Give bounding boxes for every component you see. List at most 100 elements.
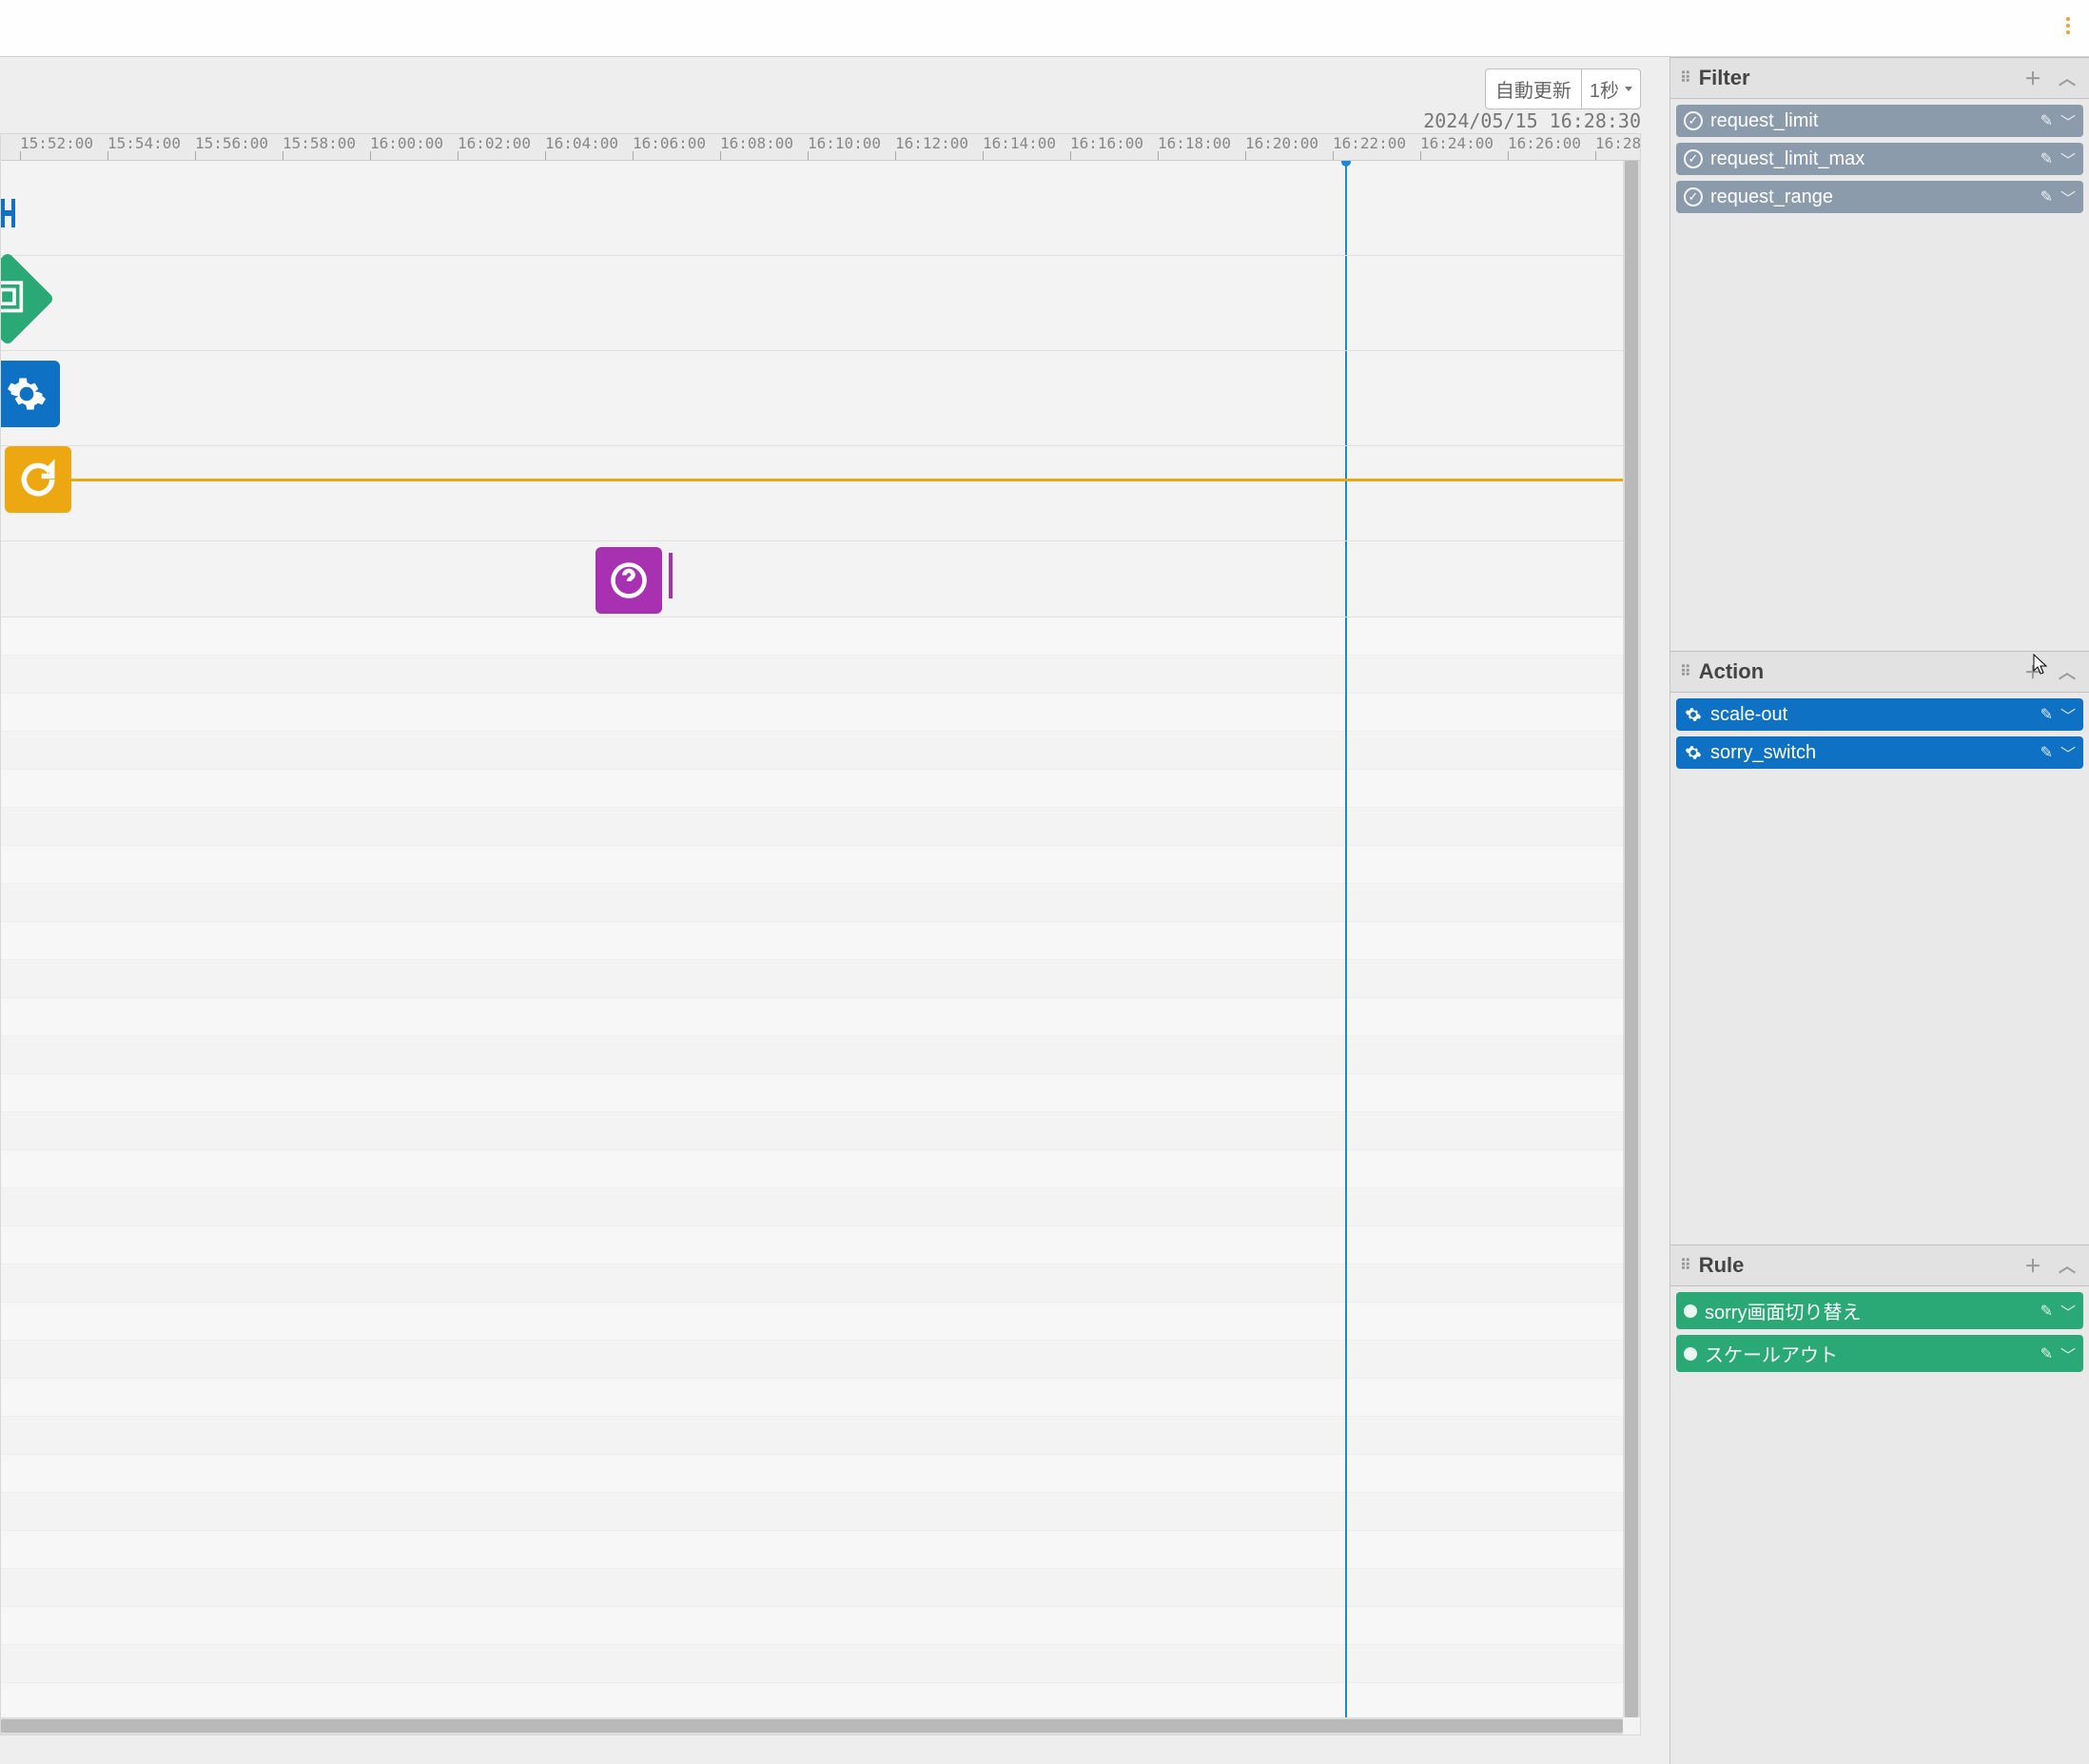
lane-row	[1, 1683, 1623, 1717]
lane-row	[1, 617, 1623, 656]
time-tick: 16:02:00	[458, 134, 531, 152]
service-node-icon[interactable]	[1, 252, 54, 346]
lane-row	[1, 1341, 1623, 1379]
expand-icon[interactable]: ﹀	[2060, 147, 2076, 170]
lane-row	[1, 732, 1623, 770]
lane-row	[1, 694, 1623, 732]
filter-item-label: request_limit	[1710, 110, 1818, 132]
lane-row	[1, 770, 1623, 808]
lane-row	[1, 1417, 1623, 1455]
filter-panel-header[interactable]: ⠿ Filter ＋ ︿	[1670, 57, 2089, 99]
timeline-canvas[interactable]: 15:52:00 15:54:00 15:56:00 15:58:00 16:0…	[0, 133, 1641, 1735]
lane-row	[1, 808, 1623, 846]
refresh-interval-select[interactable]: 1秒	[1581, 69, 1641, 109]
filter-item[interactable]: ✓ request_limit ✎ ﹀	[1676, 105, 2083, 137]
expand-icon[interactable]: ﹀	[2060, 186, 2076, 208]
time-tick: 16:20:00	[1245, 134, 1318, 152]
config-node-icon[interactable]	[1, 361, 60, 427]
horizontal-scrollbar[interactable]	[1, 1717, 1623, 1735]
action-panel-body: scale-out ✎ ﹀ sorry_switch ✎ ﹀	[1670, 693, 2089, 1245]
lane-row	[1, 1264, 1623, 1303]
rule-panel-body: sorry画面切り替え ✎ ﹀ スケールアウト ✎ ﹀	[1670, 1286, 2089, 1764]
timeline-panel: 自動更新 1秒 2024/05/15 16:28:30 15:52:00 15:…	[0, 57, 1670, 1764]
edit-icon[interactable]: ✎	[2040, 149, 2053, 168]
edit-icon[interactable]: ✎	[2040, 705, 2053, 724]
lane-row	[1, 1188, 1623, 1226]
add-rule-button[interactable]: ＋	[2021, 1251, 2045, 1280]
lane-row	[1, 922, 1623, 960]
rule-item[interactable]: sorry画面切り替え ✎ ﹀	[1676, 1292, 2083, 1329]
lane-row	[1, 656, 1623, 694]
filter-item[interactable]: ✓ request_limit_max ✎ ﹀	[1676, 143, 2083, 175]
action-item-label: scale-out	[1710, 704, 1787, 726]
lane-row	[1, 1493, 1623, 1531]
lane-row	[1, 161, 1623, 256]
lane-row	[1, 884, 1623, 922]
time-tick: 16:10:00	[808, 134, 881, 152]
auto-refresh-button[interactable]: 自動更新	[1485, 69, 1581, 109]
action-panel-title: Action	[1699, 659, 1764, 684]
time-tick: 16:04:00	[545, 134, 618, 152]
time-tick: 16:24:00	[1420, 134, 1494, 152]
lane-row	[1, 1150, 1623, 1188]
diamond-icon	[1681, 1302, 1700, 1321]
collapse-filter-button[interactable]: ︿	[2055, 64, 2079, 92]
rule-item[interactable]: スケールアウト ✎ ﹀	[1676, 1335, 2083, 1372]
event-marker-icon	[669, 553, 673, 598]
lane-row	[1, 1569, 1623, 1607]
expand-icon[interactable]: ﹀	[2060, 1343, 2076, 1365]
main-row: 自動更新 1秒 2024/05/15 16:28:30 15:52:00 15:…	[0, 57, 2089, 1764]
more-menu-button[interactable]	[2057, 14, 2079, 37]
timeline-now-timestamp: 2024/05/15 16:28:30	[1423, 109, 1641, 132]
query-node-icon[interactable]	[595, 547, 662, 614]
filter-item-label: request_range	[1710, 186, 1833, 208]
time-tick: 16:16:00	[1070, 134, 1143, 152]
lane-row	[1, 351, 1623, 446]
time-tick: 16:06:00	[633, 134, 706, 152]
rule-item-label: スケールアウト	[1705, 1340, 1838, 1367]
lane-row	[1, 256, 1623, 351]
collapse-rule-button[interactable]: ︿	[2055, 1251, 2079, 1280]
vertical-scrollbar[interactable]	[1623, 161, 1640, 1717]
add-filter-button[interactable]: ＋	[2021, 64, 2045, 92]
edit-icon[interactable]: ✎	[2040, 111, 2053, 130]
gear-icon	[1684, 743, 1703, 762]
range-start-icon	[1, 199, 5, 227]
time-tick: 16:00:00	[370, 134, 443, 152]
time-tick: 16:26:00	[1508, 134, 1581, 152]
filter-panel-body: ✓ request_limit ✎ ﹀ ✓ request_limit_max …	[1670, 99, 2089, 651]
lane-row	[1, 1036, 1623, 1074]
expand-icon[interactable]: ﹀	[2060, 109, 2076, 132]
chevron-down-icon	[1625, 87, 1632, 91]
edit-icon[interactable]: ✎	[2040, 1344, 2053, 1363]
action-panel-header[interactable]: ⠿ Action ＋ ︿	[1670, 651, 2089, 693]
lane-row	[1, 1379, 1623, 1417]
refresh-interval-value: 1秒	[1590, 75, 1619, 103]
check-circle-icon: ✓	[1684, 187, 1703, 206]
refresh-node-icon[interactable]	[5, 446, 71, 513]
action-item[interactable]: sorry_switch ✎ ﹀	[1676, 736, 2083, 769]
expand-icon[interactable]: ﹀	[2060, 741, 2076, 764]
collapse-action-button[interactable]: ︿	[2055, 657, 2079, 686]
lane-row	[1, 1112, 1623, 1150]
expand-icon[interactable]: ﹀	[2060, 1300, 2076, 1323]
edit-icon[interactable]: ✎	[2040, 1302, 2053, 1321]
grip-icon: ⠿	[1680, 69, 1689, 88]
edit-icon[interactable]: ✎	[2040, 187, 2053, 206]
lane-row	[1, 846, 1623, 884]
expand-icon[interactable]: ﹀	[2060, 703, 2076, 726]
rule-panel-header[interactable]: ⠿ Rule ＋ ︿	[1670, 1245, 2089, 1286]
time-tick: 16:22:00	[1333, 134, 1406, 152]
filter-item[interactable]: ✓ request_range ✎ ﹀	[1676, 181, 2083, 213]
diamond-icon	[1681, 1344, 1700, 1363]
time-tick: 16:12:00	[895, 134, 968, 152]
timeline-lanes	[1, 161, 1623, 1717]
lane-row	[1, 541, 1623, 617]
time-tick: 15:54:00	[107, 134, 181, 152]
action-item[interactable]: scale-out ✎ ﹀	[1676, 698, 2083, 731]
rule-panel-title: Rule	[1699, 1253, 1745, 1278]
lane-row	[1, 1645, 1623, 1683]
edit-icon[interactable]: ✎	[2040, 743, 2053, 762]
add-action-button[interactable]: ＋	[2021, 657, 2045, 686]
time-tick: 16:18:00	[1158, 134, 1231, 152]
